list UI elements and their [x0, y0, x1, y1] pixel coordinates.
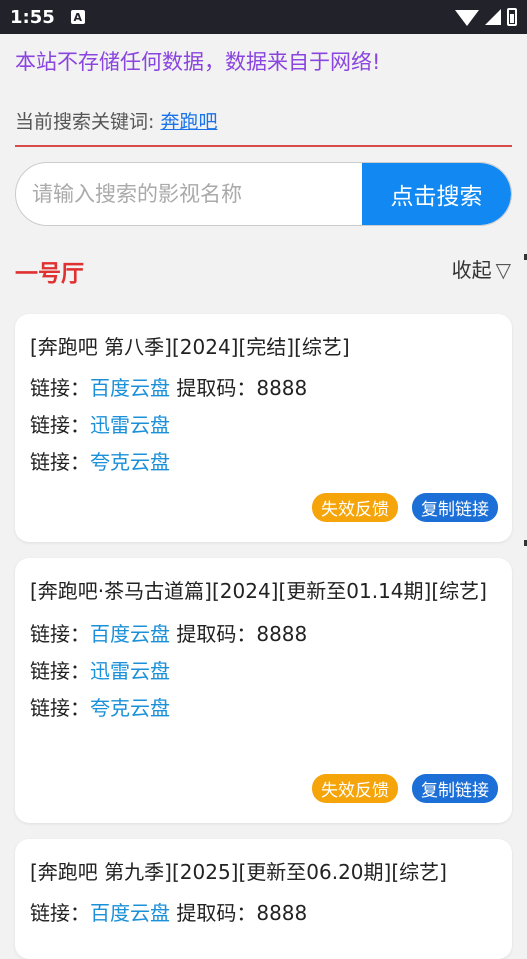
card-actions: 失效反馈 复制链接 — [312, 493, 498, 522]
keyword-label: 当前搜索关键词: — [15, 111, 161, 133]
wifi-icon — [455, 10, 479, 26]
baidu-link[interactable]: 百度云盘 — [90, 622, 170, 646]
xunlei-link[interactable]: 迅雷云盘 — [90, 659, 170, 683]
accessibility-icon: A — [70, 10, 85, 24]
search-button[interactable]: 点击搜索 — [362, 163, 511, 225]
report-invalid-button[interactable]: 失效反馈 — [312, 774, 398, 803]
search-input[interactable] — [16, 163, 362, 225]
battery-icon — [507, 8, 517, 26]
link-row: 链接：夸克云盘 — [30, 690, 497, 727]
xunlei-link[interactable]: 迅雷云盘 — [90, 413, 170, 437]
notice-text: 本站不存储任何数据，数据来自于网络! — [15, 50, 381, 74]
result-card: [奔跑吧 第八季][2024][完结][综艺] 链接：百度云盘 提取码：8888… — [15, 314, 512, 542]
link-prefix: 链接： — [30, 901, 90, 925]
link-row: 链接：迅雷云盘 — [30, 653, 497, 690]
baidu-link[interactable]: 百度云盘 — [90, 376, 170, 400]
search-keyword-row: 当前搜索关键词: 奔跑吧 — [15, 107, 217, 134]
result-title: [奔跑吧·茶马古道篇][2024][更新至01.14期][综艺] — [30, 579, 487, 603]
quark-link[interactable]: 夸克云盘 — [90, 450, 170, 474]
divider — [15, 145, 512, 147]
signal-icon — [485, 9, 501, 25]
link-row: 链接：迅雷云盘 — [30, 407, 497, 444]
copy-link-button[interactable]: 复制链接 — [412, 774, 498, 803]
search-bar: 点击搜索 — [15, 162, 512, 226]
link-row: 链接：夸克云盘 — [30, 444, 497, 481]
result-card: [奔跑吧·茶马古道篇][2024][更新至01.14期][综艺] 链接：百度云盘… — [15, 558, 512, 823]
extract-code: 提取码：8888 — [170, 376, 308, 400]
hall-title: 一号厅 — [15, 261, 84, 287]
extract-code: 提取码：8888 — [170, 901, 308, 925]
card-actions: 失效反馈 复制链接 — [312, 774, 498, 803]
triangle-down-icon: ▽ — [495, 258, 511, 282]
link-row: 链接：百度云盘 提取码：8888 — [30, 895, 497, 932]
copy-link-button[interactable]: 复制链接 — [412, 493, 498, 522]
report-invalid-button[interactable]: 失效反馈 — [312, 493, 398, 522]
collapse-button[interactable]: 收起 ▽ — [452, 254, 511, 283]
link-prefix: 链接： — [30, 450, 90, 474]
link-prefix: 链接： — [30, 622, 90, 646]
link-prefix: 链接： — [30, 376, 90, 400]
baidu-link[interactable]: 百度云盘 — [90, 901, 170, 925]
link-prefix: 链接： — [30, 696, 90, 720]
result-title: [奔跑吧 第九季][2025][更新至06.20期][综艺] — [30, 860, 447, 884]
status-time: 1:55 — [10, 6, 55, 28]
result-title: [奔跑吧 第八季][2024][完结][综艺] — [30, 335, 350, 359]
extract-code: 提取码：8888 — [170, 622, 308, 646]
status-bar: 1:55 A — [0, 0, 527, 34]
collapse-label: 收起 — [451, 258, 492, 282]
keyword-link[interactable]: 奔跑吧 — [160, 111, 217, 133]
link-prefix: 链接： — [30, 659, 90, 683]
status-icons — [455, 8, 517, 26]
link-prefix: 链接： — [30, 413, 90, 437]
link-row: 链接：百度云盘 提取码：8888 — [30, 616, 497, 653]
quark-link[interactable]: 夸克云盘 — [90, 696, 170, 720]
link-row: 链接：百度云盘 提取码：8888 — [30, 370, 497, 407]
result-card: [奔跑吧 第九季][2025][更新至06.20期][综艺] 链接：百度云盘 提… — [15, 839, 512, 959]
